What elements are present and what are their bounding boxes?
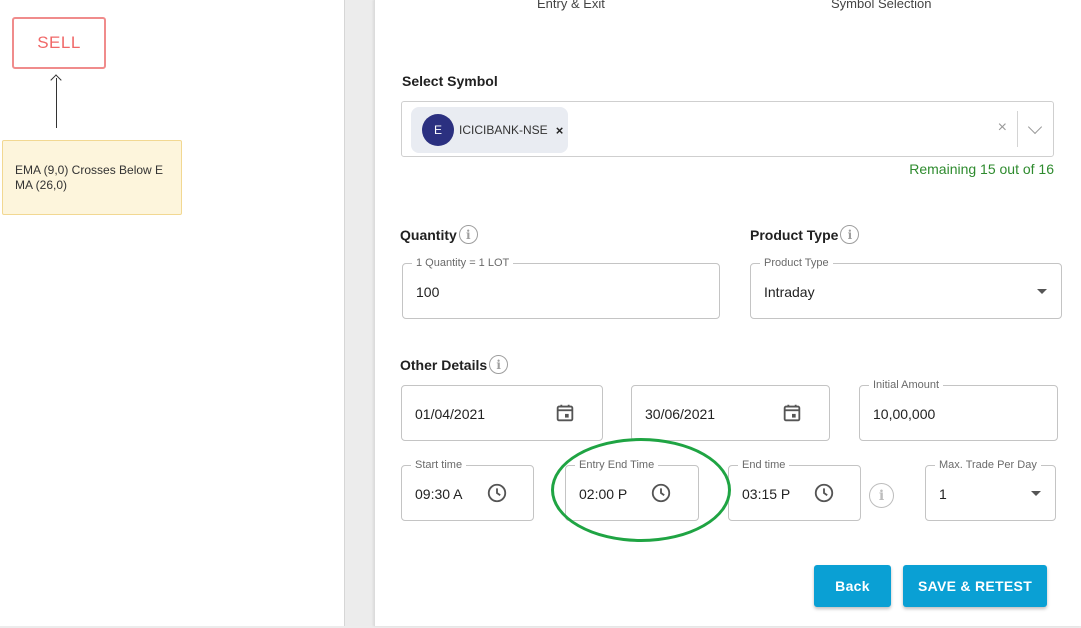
chip-remove-icon[interactable]: ×	[556, 123, 564, 138]
info-icon[interactable]: i	[840, 225, 860, 244]
product-type-legend: Product Type	[760, 257, 833, 270]
product-type-select[interactable]: Product Type Intraday	[750, 257, 1062, 319]
entry-end-time-value: 02:00 P	[579, 486, 628, 502]
tab-symbol-selection[interactable]: Symbol Selection	[831, 0, 931, 11]
tab-entry-exit[interactable]: Entry & Exit	[537, 0, 605, 11]
start-time-legend: Start time	[411, 459, 467, 472]
back-button[interactable]: Back	[814, 565, 891, 607]
clock-icon[interactable]	[813, 482, 835, 504]
max-trade-select[interactable]: Max. Trade Per Day 1	[925, 459, 1056, 521]
clock-icon[interactable]	[486, 482, 508, 504]
initial-amount-field[interactable]: Initial Amount 10,00,000	[859, 379, 1058, 441]
calendar-icon[interactable]	[554, 402, 576, 424]
end-time-value: 03:15 P	[742, 486, 791, 502]
entry-end-time-legend: Entry End Time	[575, 459, 659, 472]
info-icon[interactable]: i	[458, 225, 478, 244]
caret-down-icon	[1031, 491, 1041, 496]
chip-label: ICICIBANK-NSE	[459, 123, 548, 137]
chevron-down-icon[interactable]	[1027, 119, 1043, 135]
quantity-legend: 1 Quantity = 1 LOT	[412, 257, 514, 270]
end-date-value: 30/06/2021	[645, 406, 716, 422]
caret-down-icon	[1037, 289, 1047, 294]
condition-node[interactable]: EMA (9,0) Crosses Below EMA (26,0)	[2, 140, 182, 215]
initial-amount-value: 10,00,000	[873, 406, 936, 422]
save-retest-button[interactable]: SAVE & RETEST	[903, 565, 1047, 607]
quantity-label: Quantity i	[400, 225, 478, 244]
clear-icon[interactable]: ×	[998, 119, 1007, 137]
strategy-canvas: SELL EMA (9,0) Crosses Below EMA (26,0)	[0, 0, 345, 626]
other-details-label: Other Details i	[400, 355, 509, 374]
select-symbol-label: Select Symbol	[402, 73, 498, 89]
product-type-value: Intraday	[764, 284, 815, 300]
end-date-field[interactable]: 30/06/2021	[631, 385, 830, 441]
symbol-select[interactable]: E ICICIBANK-NSE × ×	[401, 101, 1054, 157]
start-time-field[interactable]: Start time 09:30 A	[401, 459, 534, 521]
max-trade-value: 1	[939, 486, 947, 502]
sell-node[interactable]: SELL	[12, 17, 106, 69]
select-separator	[1017, 111, 1018, 147]
remaining-count: Remaining 15 out of 16	[909, 161, 1054, 177]
start-date-value: 01/04/2021	[415, 406, 486, 422]
symbol-chip: E ICICIBANK-NSE ×	[411, 107, 568, 153]
product-type-label: Product Type i	[750, 225, 860, 244]
entry-end-time-field[interactable]: Entry End Time 02:00 P	[565, 459, 699, 521]
info-icon[interactable]: i	[489, 355, 509, 374]
end-time-field[interactable]: End time 03:15 P	[728, 459, 861, 521]
quantity-value: 100	[416, 284, 440, 300]
chip-avatar: E	[422, 114, 454, 146]
start-time-value: 09:30 A	[415, 486, 463, 502]
initial-amount-legend: Initial Amount	[869, 379, 944, 392]
clock-icon[interactable]	[650, 482, 672, 504]
max-trade-legend: Max. Trade Per Day	[935, 459, 1041, 472]
backtest-form-panel: Entry & Exit Symbol Selection Select Sym…	[374, 0, 1081, 626]
end-time-legend: End time	[738, 459, 790, 472]
start-date-field[interactable]: 01/04/2021	[401, 385, 603, 441]
info-icon[interactable]: i	[869, 483, 894, 508]
quantity-field[interactable]: 1 Quantity = 1 LOT 100	[402, 257, 720, 319]
calendar-icon[interactable]	[781, 402, 803, 424]
connector-arrow	[56, 78, 57, 128]
